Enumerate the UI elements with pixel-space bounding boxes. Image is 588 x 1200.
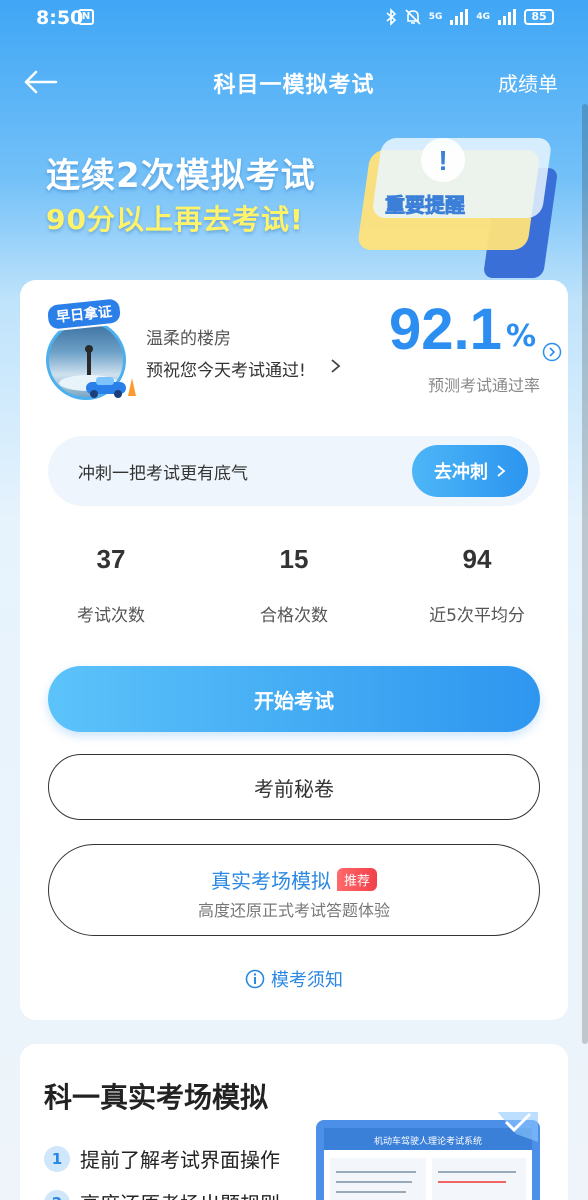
user-name: 温柔的楼房 <box>146 329 231 349</box>
pass-rate-label: 预测考试通过率 <box>427 376 540 395</box>
real-exam-subtitle: 高度还原正式考试答题体验 <box>197 901 390 920</box>
start-exam-button[interactable]: 开始考试 <box>48 666 540 732</box>
stat-pass-count: 15 合格次数 <box>203 544 385 626</box>
status-time: 8:50 <box>36 7 84 29</box>
recommend-badge: 推荐 <box>336 868 377 891</box>
status-bar: 8:50 N 5G 4G 85 <box>0 0 588 36</box>
stat-value: 15 <box>279 544 309 574</box>
scrollbar[interactable] <box>582 104 588 1044</box>
preview-title: 机动车驾驶人理论考试系统 <box>374 1135 482 1147</box>
pass-rate[interactable]: 92.1 % <box>389 298 536 362</box>
pass-rate-unit: % <box>505 319 536 354</box>
stat-value: 37 <box>96 544 126 574</box>
sprint-text: 冲刺一把考试更有底气 <box>78 464 248 484</box>
user-wish[interactable]: 预祝您今天考试通过! <box>146 356 306 381</box>
pre-exam-paper-button[interactable]: 考前秘卷 <box>48 754 540 820</box>
banner-sign-text: 重要提醒 <box>385 193 465 217</box>
stat-value: 94 <box>462 544 492 574</box>
chevron-right-icon <box>497 465 506 477</box>
exam-stats: 37 考试次数 15 合格次数 94 近5次平均分 <box>20 544 568 626</box>
stat-label: 近5次平均分 <box>429 606 525 626</box>
svg-text:!: ! <box>438 145 447 176</box>
stat-exam-count: 37 考试次数 <box>20 544 202 626</box>
exam-notice-link[interactable]: 模考须知 <box>20 966 568 992</box>
section-title: 科一真实考场模拟 <box>44 1081 269 1114</box>
sprint-button-label: 去冲刺 <box>434 462 488 483</box>
notice-board-illustration: ! 重要提醒 <box>355 120 588 280</box>
list-item: 2 高度还原考场出题规则 <box>44 1188 280 1200</box>
signal-icon-2 <box>498 9 516 25</box>
real-exam-simulation-button[interactable]: 真实考场模拟 推荐 高度还原正式考试答题体验 <box>48 844 540 936</box>
number-badge: 1 <box>44 1145 70 1172</box>
avatar[interactable]: 早日拿证 <box>42 298 138 400</box>
list-item-text: 高度还原考场出题规则 <box>80 1188 280 1200</box>
nfc-icon: N <box>78 9 94 25</box>
number-badge: 2 <box>44 1189 70 1200</box>
sprint-button[interactable]: 去冲刺 <box>412 445 528 497</box>
real-exam-section: 科一真实考场模拟 1 提前了解考试界面操作 2 高度还原考场出题规则 机动车驾驶… <box>20 1044 568 1200</box>
signal-label-5g: 5G <box>428 12 443 22</box>
exam-summary-card: 早日拿证 温柔的楼房 预祝您今天考试通过! 92.1 % 预测考试通过率 冲刺一… <box>20 280 568 1020</box>
list-item: 1 提前了解考试界面操作 <box>44 1144 280 1173</box>
car-icon <box>86 377 136 398</box>
stat-average-score: 94 近5次平均分 <box>386 544 568 626</box>
exam-screen-preview: 机动车驾驶人理论考试系统 <box>316 1112 540 1200</box>
exam-notice-label: 模考须知 <box>271 970 343 991</box>
bluetooth-icon <box>386 8 396 26</box>
info-icon <box>245 969 265 989</box>
avatar-badge: 早日拿证 <box>46 298 122 330</box>
stat-label: 合格次数 <box>260 606 328 626</box>
banner-headline: 连续2次模拟考试 <box>46 156 316 196</box>
report-card-link[interactable]: 成绩单 <box>498 68 558 97</box>
promo-banner[interactable]: 连续2次模拟考试 90分以上再去考试! ! 重要提醒 <box>0 120 588 280</box>
signal-label-4g: 4G <box>476 12 490 22</box>
battery-icon: 85 <box>524 9 554 25</box>
status-icons: 5G 4G 85 <box>385 8 554 26</box>
stat-label: 考试次数 <box>77 606 145 626</box>
top-nav: 科目一模拟考试 成绩单 <box>0 58 588 106</box>
real-exam-title: 真实考场模拟 推荐 <box>49 865 539 894</box>
sprint-bar: 冲刺一把考试更有底气 去冲刺 <box>48 436 540 506</box>
chevron-circle-right-icon[interactable] <box>542 342 562 362</box>
banner-subline: 90分以上再去考试! <box>46 203 304 236</box>
real-exam-title-text: 真实考场模拟 <box>210 869 331 893</box>
pass-rate-value: 92.1 <box>389 297 502 362</box>
mute-bell-icon <box>405 9 421 25</box>
chevron-right-icon[interactable] <box>328 358 342 374</box>
notice-board-icon: ! 重要提醒 <box>358 138 557 278</box>
signal-icon <box>450 9 469 25</box>
list-item-text: 提前了解考试界面操作 <box>80 1148 280 1172</box>
